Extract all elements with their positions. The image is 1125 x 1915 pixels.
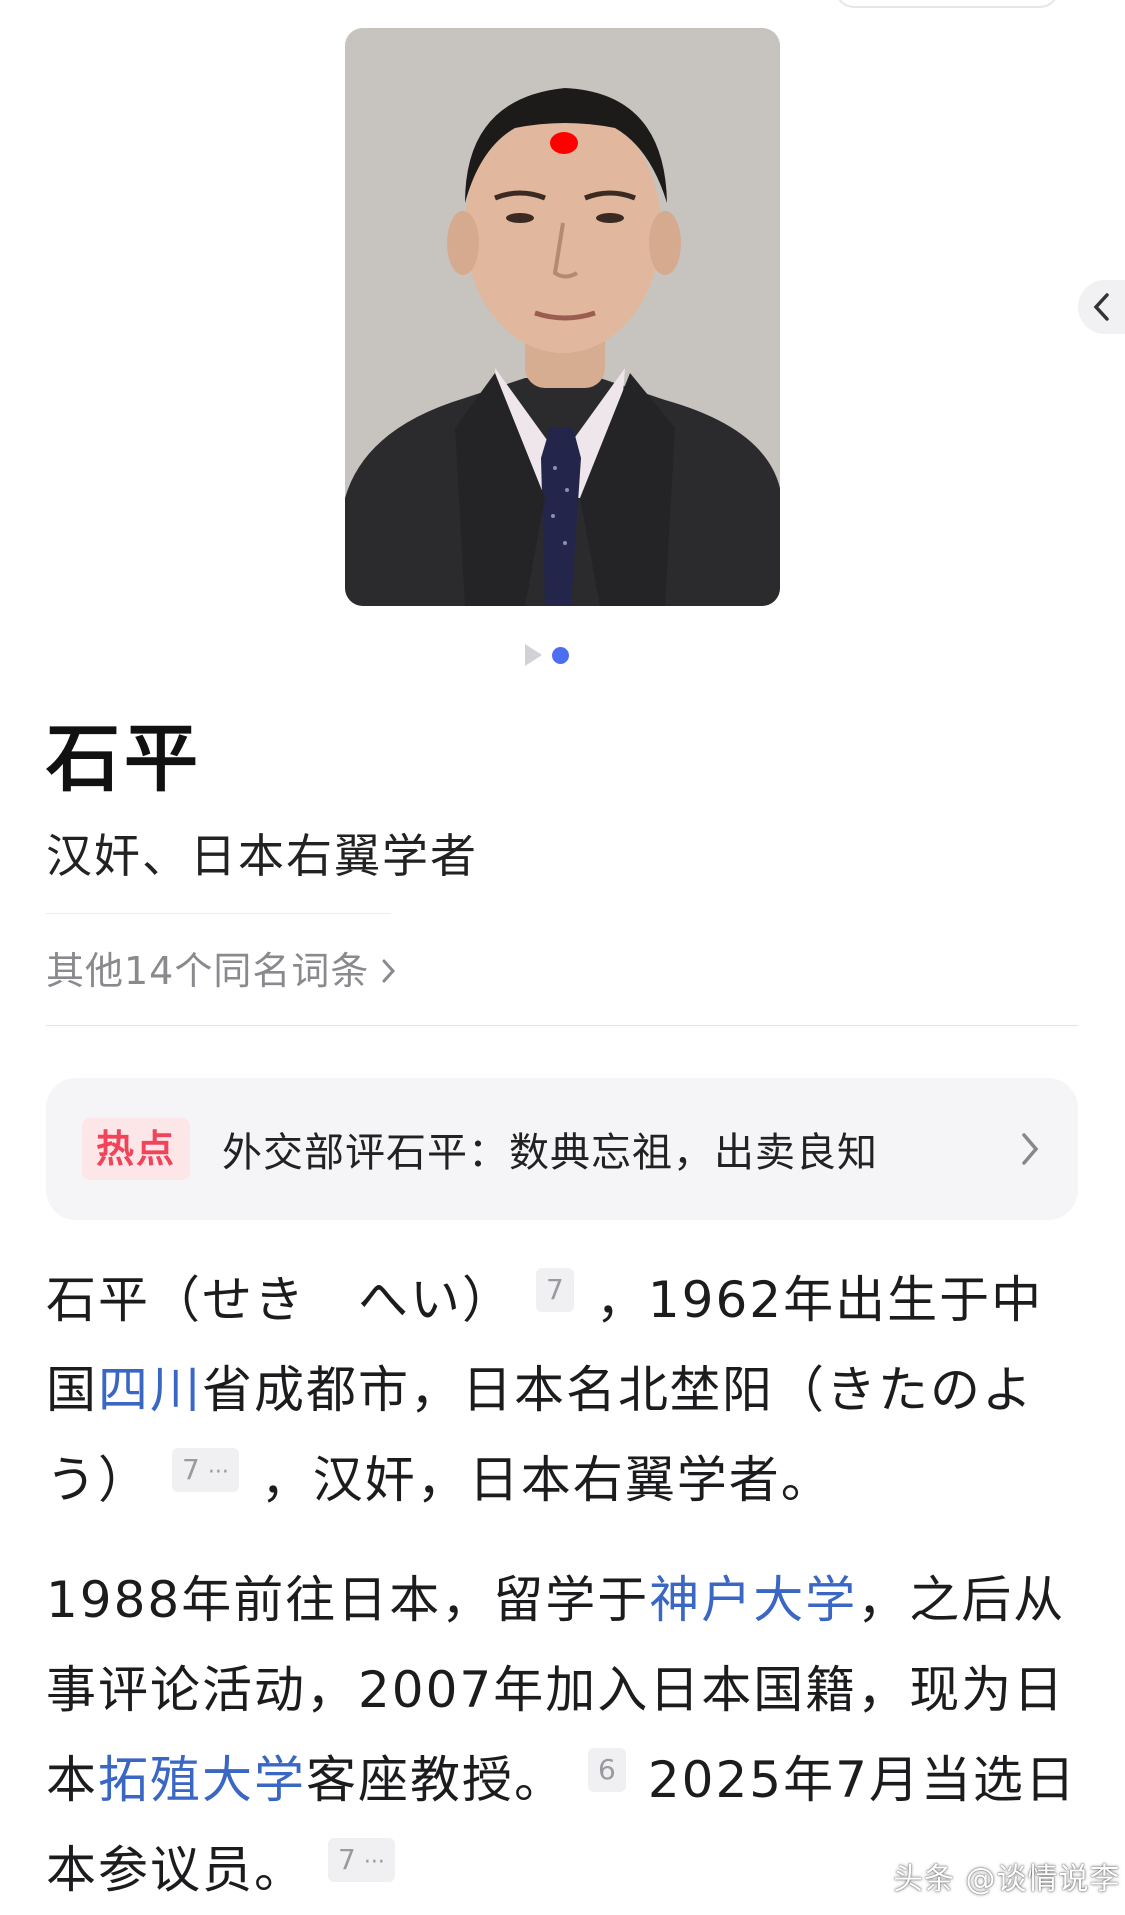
reference-badge[interactable]: 7 [536,1267,574,1312]
text-span: ，汉奸，日本右翼学者。 [260,1451,833,1509]
other-entries-link[interactable]: 其他14个同名词条 [46,945,397,997]
text-span: 1988年前往日本，留学于 [46,1571,650,1629]
pager-dot-active[interactable] [552,646,569,664]
video-play-icon[interactable] [525,644,542,666]
entry-title: 石平 [46,716,202,802]
portrait-photo[interactable] [345,28,780,606]
reference-number: 7 [182,1452,200,1486]
summary-paragraph-1: 石平（せき へい） 7 ，1962年出生于中国四川省成都市，日本名北埜阳（きたのよう… [46,1255,1086,1525]
watermark: 头条 @谈情说李 [893,1862,1121,1897]
other-entries-label: 其他14个同名词条 [46,949,370,993]
reference-more: ··· [363,1849,385,1875]
hot-badge: 热点 [82,1118,191,1180]
reference-number: 6 [598,1752,616,1786]
reference-badge[interactable]: 6 [588,1747,626,1792]
link-kobe-university[interactable]: 神户大学 [649,1571,857,1629]
collapse-side-button[interactable] [1078,280,1125,334]
reference-badge[interactable]: 7 ··· [328,1837,395,1882]
chevron-left-icon [1093,293,1109,321]
divider [46,913,391,914]
chevron-right-icon [382,959,396,983]
divider [46,1025,1078,1026]
hot-news-card[interactable]: 热点 外交部评石平：数典忘祖，出卖良知 [46,1078,1078,1220]
reference-number: 7 [546,1272,564,1306]
top-search-pill[interactable] [835,0,1059,8]
chevron-right-icon [1022,1133,1039,1165]
text-span: 客座教授。 [306,1751,566,1809]
text-span: 石平（せき へい） [46,1271,514,1329]
link-sichuan[interactable]: 四川 [98,1361,202,1419]
entry-subtitle: 汉奸、日本右翼学者 [46,829,478,883]
link-takushoku-university[interactable]: 拓殖大学 [98,1751,306,1809]
reference-number: 7 [338,1842,356,1876]
portrait-image [345,28,780,606]
gallery-pager[interactable] [525,644,569,666]
reference-badge[interactable]: 7 ··· [172,1447,239,1492]
hot-headline: 外交部评石平：数典忘祖，出卖良知 [222,1130,879,1176]
reference-more: ··· [207,1459,229,1485]
